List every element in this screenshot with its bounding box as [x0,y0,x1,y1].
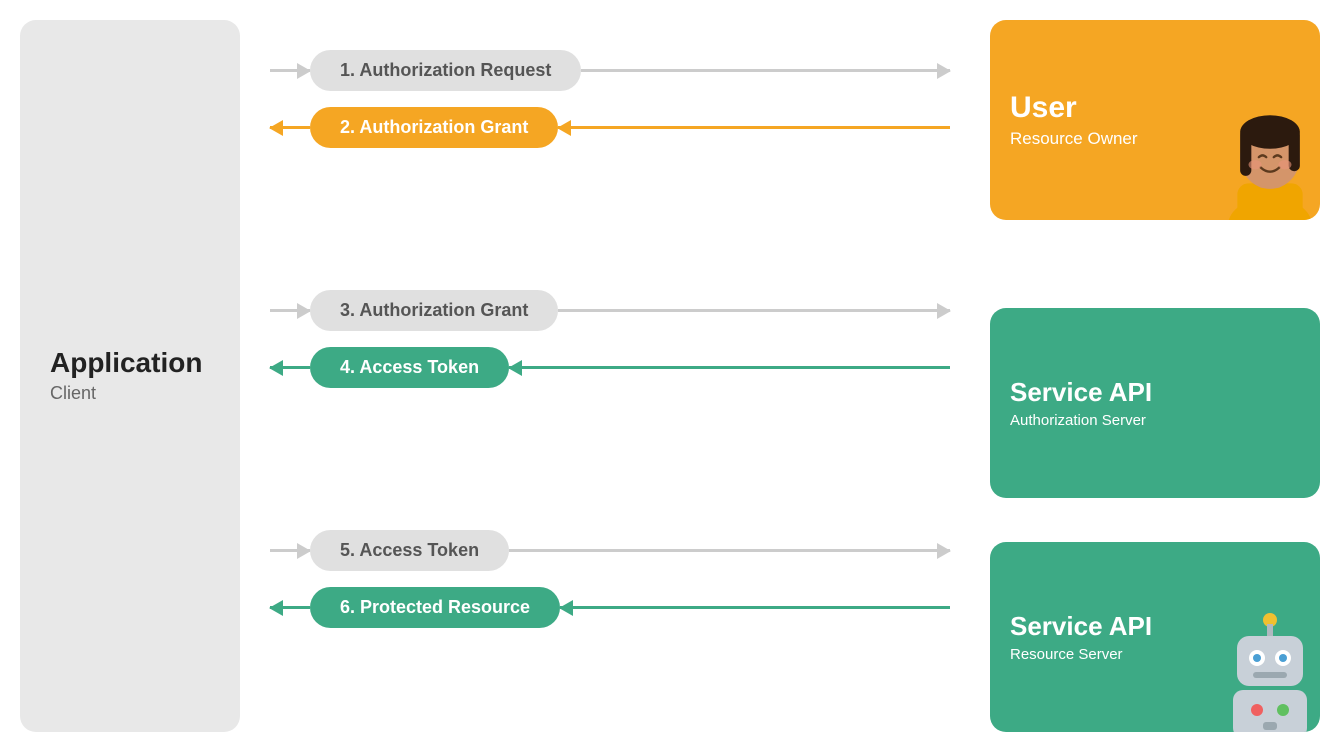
step1-row: 1. Authorization Request [270,50,950,91]
step4-pill: 4. Access Token [310,347,509,388]
section-mid: 3. Authorization Grant 4. Access Token [270,290,950,404]
step6-pill: 6. Protected Resource [310,587,560,628]
step3-row: 3. Authorization Grant [270,290,950,331]
user-box: User Resource Owner [990,20,1320,220]
user-avatar-icon [1210,90,1320,220]
step3-pill: 3. Authorization Grant [310,290,558,331]
step1-right-arrow [581,69,950,72]
right-area: User Resource Owner [980,0,1340,752]
spacer-1 [990,236,1320,282]
step2-pill: 2. Authorization Grant [310,107,558,148]
step5-pill: 5. Access Token [310,530,509,571]
step3-left-arrow [270,309,310,312]
step6-row: 6. Protected Resource [270,587,950,628]
step3-right-arrow [558,309,950,312]
service-resource-box: Service API Resource Server [990,542,1320,732]
step2-left-arrow [270,126,310,129]
step1-left-arrow [270,69,310,72]
middle-area: 1. Authorization Request 2. Authorizatio… [240,0,980,752]
step2-right-arrow [558,126,950,129]
step4-left-arrow [270,366,310,369]
step6-right-arrow [560,606,950,609]
app-title: Application [50,348,202,379]
app-subtitle: Client [50,383,96,404]
step6-left-arrow [270,606,310,609]
flow-area: 1. Authorization Request 2. Authorizatio… [260,20,960,732]
section-top: 1. Authorization Request 2. Authorizatio… [270,50,950,164]
step4-right-arrow [509,366,950,369]
spacer-2 [990,514,1320,526]
step5-row: 5. Access Token [270,530,950,571]
diagram-container: Application Client 1. Authorization Requ… [0,0,1340,752]
left-panel: Application Client [20,20,240,732]
section-bot: 5. Access Token 6. Protected Resource [270,530,950,644]
step4-row: 4. Access Token [270,347,950,388]
step1-pill: 1. Authorization Request [310,50,581,91]
service-auth-title: Service API [1010,377,1300,408]
service-auth-box: Service API Authorization Server [990,308,1320,498]
step5-right-arrow [509,549,950,552]
step5-left-arrow [270,549,310,552]
service-auth-subtitle: Authorization Server [1010,412,1300,429]
step2-row: 2. Authorization Grant [270,107,950,148]
robot-avatar-icon [1215,612,1320,732]
